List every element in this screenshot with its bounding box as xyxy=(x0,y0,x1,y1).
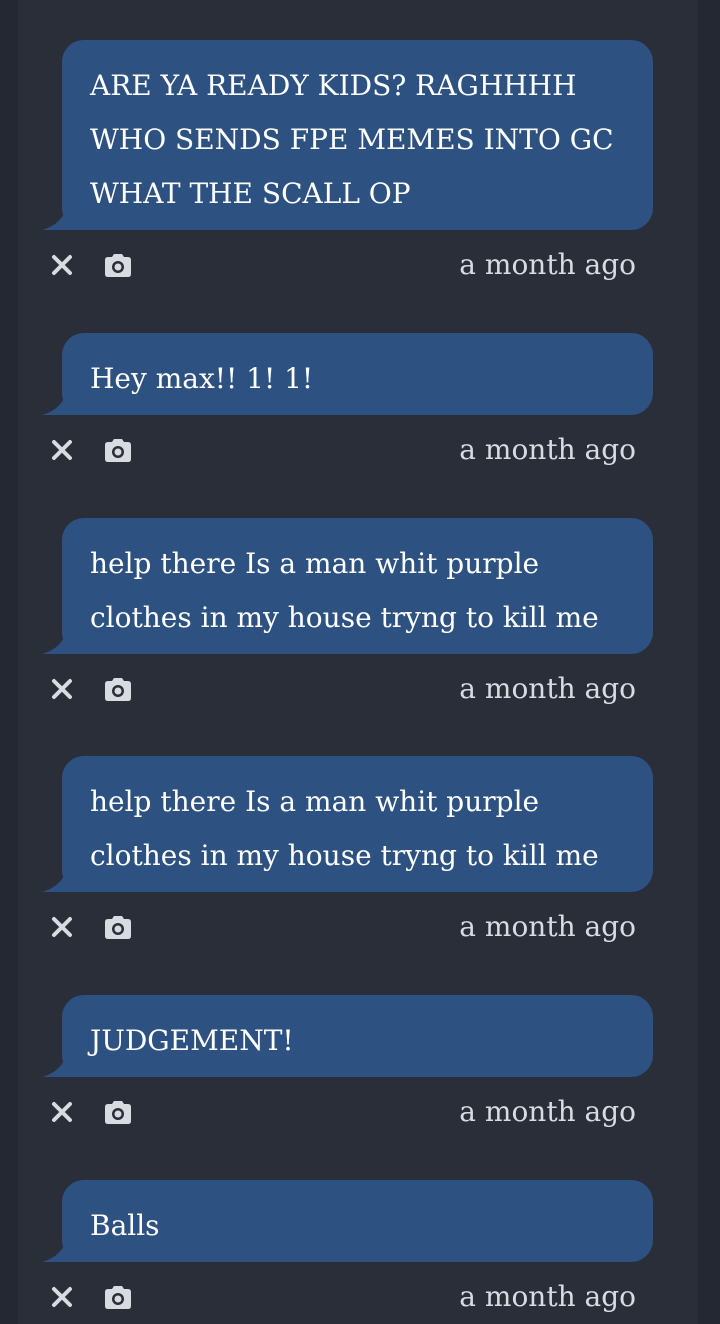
close-icon[interactable] xyxy=(51,678,73,700)
message-timestamp: a month ago xyxy=(459,248,636,281)
message-timestamp: a month ago xyxy=(459,1095,636,1128)
close-icon[interactable] xyxy=(51,439,73,461)
camera-icon[interactable] xyxy=(103,1099,133,1125)
message-bubble[interactable]: help there Is a man whit purple clothes … xyxy=(62,756,653,892)
message-timestamp: a month ago xyxy=(459,910,636,943)
message-bubble[interactable]: ARE YA READY KIDS? RAGHHHH WHO SENDS FPE… xyxy=(62,40,653,230)
camera-icon[interactable] xyxy=(103,437,133,463)
chat-panel: ARE YA READY KIDS? RAGHHHH WHO SENDS FPE… xyxy=(18,0,698,1324)
message-actions: a month ago xyxy=(18,669,698,709)
message-timestamp: a month ago xyxy=(459,672,636,705)
message-actions: a month ago xyxy=(18,1092,698,1132)
message-actions: a month ago xyxy=(18,430,698,470)
camera-icon[interactable] xyxy=(103,252,133,278)
message-bubble[interactable]: Hey max!! 1! 1! xyxy=(62,333,653,415)
message-actions: a month ago xyxy=(18,907,698,947)
message-actions: a month ago xyxy=(18,245,698,285)
message-bubble[interactable]: Balls xyxy=(62,1180,653,1262)
message-bubble[interactable]: JUDGEMENT! xyxy=(62,995,653,1077)
close-icon[interactable] xyxy=(51,1286,73,1308)
message-bubble[interactable]: help there Is a man whit purple clothes … xyxy=(62,518,653,654)
camera-icon[interactable] xyxy=(103,1284,133,1310)
close-icon[interactable] xyxy=(51,916,73,938)
message-timestamp: a month ago xyxy=(459,1280,636,1313)
close-icon[interactable] xyxy=(51,254,73,276)
message-actions: a month ago xyxy=(18,1277,698,1317)
camera-icon[interactable] xyxy=(103,914,133,940)
camera-icon[interactable] xyxy=(103,676,133,702)
message-timestamp: a month ago xyxy=(459,433,636,466)
close-icon[interactable] xyxy=(51,1101,73,1123)
